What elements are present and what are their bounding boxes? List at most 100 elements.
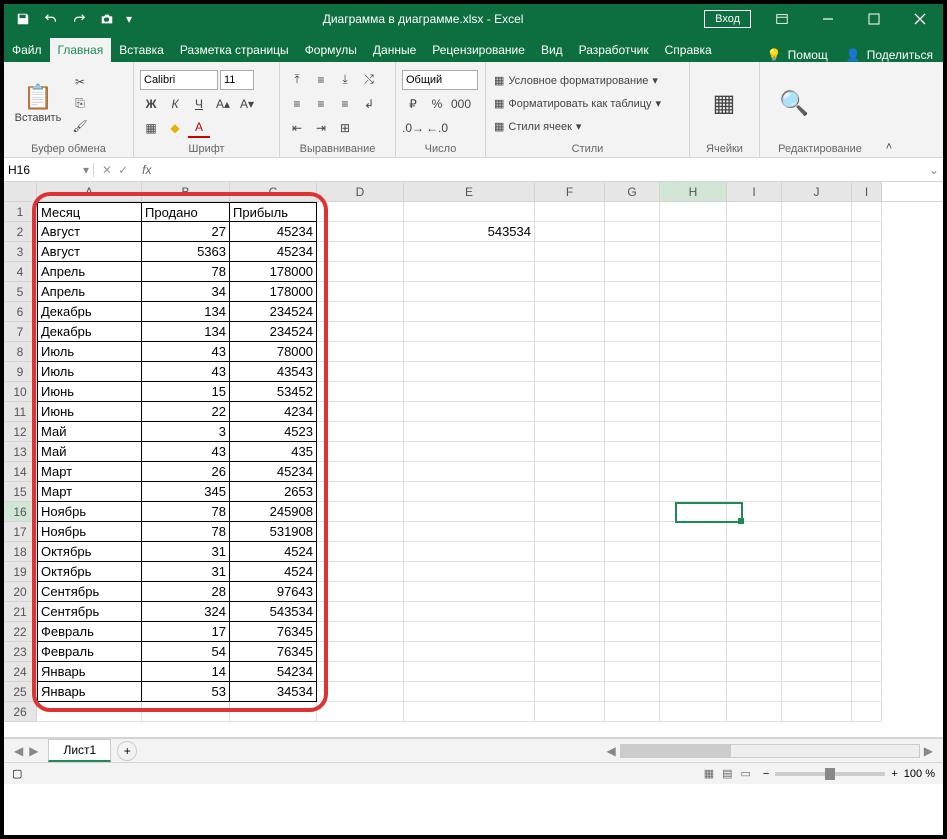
cell[interactable] xyxy=(852,222,882,242)
cell[interactable]: Май xyxy=(37,422,142,442)
cell[interactable] xyxy=(852,682,882,702)
qat-dropdown-icon[interactable]: ▾ xyxy=(122,6,136,32)
conditional-formatting-button[interactable]: ▦Условное форматирование▾ xyxy=(492,71,663,91)
cell[interactable] xyxy=(404,662,535,682)
cell[interactable]: Январь xyxy=(37,662,142,682)
cell[interactable] xyxy=(852,642,882,662)
cell[interactable]: 78000 xyxy=(230,342,317,362)
cell[interactable]: Март xyxy=(37,482,142,502)
cell[interactable] xyxy=(535,642,605,662)
enter-formula-icon[interactable]: ✓ xyxy=(118,163,128,177)
cell[interactable]: 45234 xyxy=(230,222,317,242)
cell[interactable] xyxy=(660,282,727,302)
cell[interactable]: 53 xyxy=(142,682,230,702)
column-header[interactable]: D xyxy=(317,182,404,201)
cell[interactable] xyxy=(317,542,404,562)
cell[interactable] xyxy=(852,362,882,382)
cell[interactable] xyxy=(852,462,882,482)
cell[interactable] xyxy=(605,682,660,702)
bold-button[interactable]: Ж xyxy=(140,94,162,114)
cell[interactable] xyxy=(782,342,852,362)
cell[interactable] xyxy=(852,602,882,622)
cell[interactable] xyxy=(605,642,660,662)
column-header[interactable]: J xyxy=(782,182,852,201)
cell[interactable]: Октябрь xyxy=(37,542,142,562)
cell[interactable] xyxy=(535,542,605,562)
currency-icon[interactable]: ₽ xyxy=(402,94,424,114)
cell[interactable] xyxy=(404,242,535,262)
cell[interactable]: Август xyxy=(37,242,142,262)
cell[interactable] xyxy=(317,242,404,262)
cell[interactable] xyxy=(660,262,727,282)
row-header[interactable]: 13 xyxy=(4,442,37,462)
editing-button[interactable]: 🔍 xyxy=(766,66,822,141)
row-header[interactable]: 5 xyxy=(4,282,37,302)
save-icon[interactable] xyxy=(10,6,36,32)
sheet-tab[interactable]: Лист1 xyxy=(48,739,111,762)
row-header[interactable]: 21 xyxy=(4,602,37,622)
cell[interactable] xyxy=(782,402,852,422)
cell[interactable] xyxy=(605,562,660,582)
login-button[interactable]: Вход xyxy=(704,10,751,28)
cell[interactable] xyxy=(404,542,535,562)
italic-button[interactable]: К xyxy=(164,94,186,114)
cell[interactable]: 78 xyxy=(142,262,230,282)
share-button[interactable]: Поделиться xyxy=(867,48,933,62)
cell[interactable] xyxy=(404,682,535,702)
cell[interactable] xyxy=(782,422,852,442)
cell[interactable]: 43 xyxy=(142,342,230,362)
cell[interactable] xyxy=(535,502,605,522)
cell[interactable] xyxy=(404,342,535,362)
cell[interactable] xyxy=(404,262,535,282)
cell[interactable] xyxy=(852,342,882,362)
tab-developer[interactable]: Разработчик xyxy=(571,38,657,62)
increase-decimal-icon[interactable]: .0→ xyxy=(402,118,424,138)
fill-color-icon[interactable]: ◆ xyxy=(164,118,186,138)
cell[interactable]: 543534 xyxy=(230,602,317,622)
format-painter-icon[interactable]: 🖌 xyxy=(69,116,91,136)
cell[interactable] xyxy=(727,442,782,462)
cell[interactable] xyxy=(727,582,782,602)
cell[interactable]: Апрель xyxy=(37,282,142,302)
cell[interactable]: 134 xyxy=(142,322,230,342)
cell[interactable]: 78 xyxy=(142,522,230,542)
align-right-icon[interactable]: ≡ xyxy=(334,94,356,114)
cells-button[interactable]: ▦ xyxy=(696,66,752,141)
cell[interactable]: 5363 xyxy=(142,242,230,262)
cell[interactable] xyxy=(317,602,404,622)
cell[interactable]: Ноябрь xyxy=(37,502,142,522)
cell[interactable] xyxy=(605,662,660,682)
cell[interactable] xyxy=(660,682,727,702)
cell[interactable]: Декабрь xyxy=(37,302,142,322)
row-header[interactable]: 17 xyxy=(4,522,37,542)
cell[interactable] xyxy=(852,242,882,262)
cell[interactable] xyxy=(660,242,727,262)
cell[interactable]: Июль xyxy=(37,342,142,362)
cell[interactable] xyxy=(317,682,404,702)
cell[interactable] xyxy=(404,302,535,322)
cell[interactable] xyxy=(535,522,605,542)
cell[interactable] xyxy=(404,702,535,722)
cell[interactable]: Июль xyxy=(37,362,142,382)
underline-button[interactable]: Ч xyxy=(188,94,210,114)
cell[interactable] xyxy=(605,382,660,402)
copy-icon[interactable]: ⎘ xyxy=(69,94,91,114)
cut-icon[interactable]: ✂ xyxy=(69,72,91,92)
cell[interactable] xyxy=(404,602,535,622)
cell[interactable] xyxy=(535,222,605,242)
minimize-icon[interactable] xyxy=(805,4,851,34)
cell[interactable]: 26 xyxy=(142,462,230,482)
cell[interactable]: 14 xyxy=(142,662,230,682)
cell[interactable]: 31 xyxy=(142,562,230,582)
cell[interactable] xyxy=(535,362,605,382)
column-header[interactable]: A xyxy=(37,182,142,201)
cell[interactable]: Июнь xyxy=(37,402,142,422)
cell[interactable] xyxy=(535,422,605,442)
cell[interactable] xyxy=(727,502,782,522)
row-header[interactable]: 23 xyxy=(4,642,37,662)
cell[interactable] xyxy=(535,202,605,222)
cell[interactable] xyxy=(852,482,882,502)
cell[interactable] xyxy=(660,542,727,562)
cell[interactable]: 76345 xyxy=(230,642,317,662)
row-header[interactable]: 3 xyxy=(4,242,37,262)
